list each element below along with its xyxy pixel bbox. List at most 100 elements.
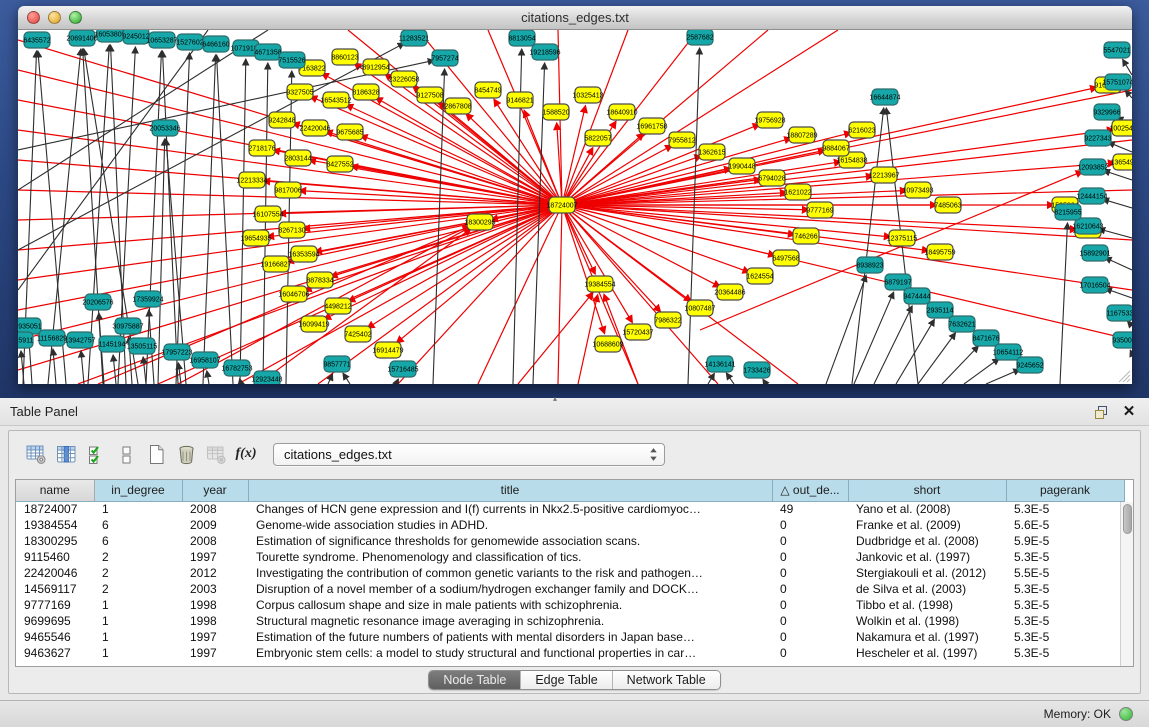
tab-node-table[interactable]: Node Table bbox=[429, 671, 521, 689]
network-edge[interactable] bbox=[826, 275, 866, 384]
network-edge[interactable] bbox=[852, 108, 884, 384]
table-cell[interactable]: Dudbridge et al. (2008) bbox=[848, 533, 1006, 549]
table-cell[interactable]: 5.6E-5 bbox=[1006, 517, 1124, 533]
network-edge[interactable] bbox=[518, 293, 593, 384]
table-cell[interactable]: 0 bbox=[772, 613, 848, 629]
table-row[interactable]: 946362711997Embryonic stem cells: a mode… bbox=[16, 645, 1124, 661]
network-edge[interactable] bbox=[433, 69, 445, 384]
delete-table-button[interactable] bbox=[201, 439, 231, 469]
select-all-button[interactable] bbox=[81, 439, 111, 469]
table-cell[interactable]: 5.3E-5 bbox=[1006, 629, 1124, 645]
table-cell[interactable]: 5.3E-5 bbox=[1006, 597, 1124, 613]
network-edge[interactable] bbox=[1108, 142, 1132, 152]
table-row[interactable]: 1872400712008Changes of HCN gene express… bbox=[16, 501, 1124, 517]
network-edge[interactable] bbox=[700, 171, 1083, 330]
network-edge[interactable] bbox=[986, 369, 1020, 384]
network-edge[interactable] bbox=[562, 205, 661, 312]
table-cell[interactable]: 5.9E-5 bbox=[1006, 533, 1124, 549]
column-header-short[interactable]: short bbox=[848, 480, 1006, 501]
table-cell[interactable]: 9777169 bbox=[16, 597, 94, 613]
function-builder-button[interactable]: f(x) bbox=[231, 439, 261, 469]
table-cell[interactable]: Corpus callosum shape and size in male p… bbox=[248, 597, 772, 613]
network-edge[interactable] bbox=[310, 96, 562, 205]
resize-grip[interactable] bbox=[1117, 369, 1131, 383]
network-edge[interactable] bbox=[360, 136, 562, 205]
panel-collapse-arrow[interactable]: ▴ bbox=[553, 394, 557, 403]
table-cell[interactable]: 6 bbox=[94, 517, 182, 533]
table-select-combobox[interactable]: citations_edges.txt bbox=[273, 443, 665, 466]
table-cell[interactable]: Estimation of significance thresholds fo… bbox=[248, 533, 772, 549]
close-panel-icon[interactable]: ✕ bbox=[1119, 403, 1139, 421]
network-edge[interactable] bbox=[874, 306, 912, 384]
network-edge[interactable] bbox=[1060, 223, 1067, 384]
table-row[interactable]: 946554611997Estimation of the future num… bbox=[16, 629, 1124, 645]
column-header-in_degree[interactable]: in_degree bbox=[94, 480, 182, 501]
network-edge[interactable] bbox=[562, 205, 1132, 240]
table-cell[interactable]: 9465546 bbox=[16, 629, 94, 645]
network-edge[interactable] bbox=[1123, 59, 1132, 75]
memory-status-indicator[interactable] bbox=[1119, 707, 1133, 721]
table-cell[interactable]: 14569117 bbox=[16, 581, 94, 597]
scrollbar-thumb[interactable] bbox=[1123, 504, 1132, 534]
tab-network-table[interactable]: Network Table bbox=[613, 671, 720, 689]
delete-button[interactable] bbox=[171, 439, 201, 469]
column-header-out_de[interactable]: △ out_de... bbox=[772, 480, 848, 501]
table-row[interactable]: 969969511998Structural magnetic resonanc… bbox=[16, 613, 1124, 629]
table-cell[interactable]: 2008 bbox=[182, 533, 248, 549]
table-cell[interactable]: 2003 bbox=[182, 581, 248, 597]
table-cell[interactable]: 0 bbox=[772, 549, 848, 565]
network-edge[interactable] bbox=[854, 292, 894, 384]
network-edge[interactable] bbox=[1105, 258, 1132, 270]
table-cell[interactable]: Jankovic et al. (1997) bbox=[848, 549, 1006, 565]
network-edge[interactable] bbox=[562, 205, 929, 251]
table-cell[interactable]: 2012 bbox=[182, 565, 248, 581]
table-cell[interactable]: Yano et al. (2008) bbox=[848, 501, 1006, 517]
network-edge[interactable] bbox=[1130, 350, 1132, 354]
network-edge[interactable] bbox=[81, 351, 84, 384]
network-edge[interactable] bbox=[763, 379, 766, 384]
table-cell[interactable]: 18300295 bbox=[16, 533, 94, 549]
table-row[interactable]: 1830029562008Estimation of significance … bbox=[16, 533, 1124, 549]
network-edge[interactable] bbox=[896, 319, 934, 384]
table-cell[interactable]: 2 bbox=[94, 565, 182, 581]
network-edge[interactable] bbox=[53, 349, 56, 384]
table-cell[interactable]: Changes of HCN gene expression and I(f) … bbox=[248, 501, 772, 517]
table-cell[interactable]: 22420046 bbox=[16, 565, 94, 581]
table-cell[interactable]: Embryonic stem cells: a model to study s… bbox=[248, 645, 772, 661]
network-window[interactable]: citations_edges.txt 18724007716382288601… bbox=[18, 6, 1132, 384]
table-row[interactable]: 911546021997Tourette syndrome. Phenomeno… bbox=[16, 549, 1124, 565]
network-edge[interactable] bbox=[466, 114, 562, 205]
table-cell[interactable]: 2 bbox=[94, 581, 182, 597]
network-window-titlebar[interactable]: citations_edges.txt bbox=[18, 6, 1132, 30]
network-edge[interactable] bbox=[176, 53, 190, 384]
table-cell[interactable]: 0 bbox=[772, 645, 848, 661]
network-edge[interactable] bbox=[1125, 90, 1132, 98]
unselect-all-button[interactable] bbox=[111, 439, 141, 469]
table-cell[interactable]: Franke et al. (2009) bbox=[848, 517, 1006, 533]
table-cell[interactable]: 1 bbox=[94, 613, 182, 629]
table-cell[interactable]: Disruption of a novel member of a sodium… bbox=[248, 581, 772, 597]
table-cell[interactable]: Structural magnetic resonance image aver… bbox=[248, 613, 772, 629]
network-edge[interactable] bbox=[1099, 229, 1132, 238]
network-edge[interactable] bbox=[318, 205, 562, 384]
table-cell[interactable]: 5.3E-5 bbox=[1006, 645, 1124, 661]
network-edge[interactable] bbox=[354, 63, 562, 205]
table-cell[interactable]: 9115460 bbox=[16, 549, 94, 565]
table-cell[interactable]: Hescheler et al. (1997) bbox=[848, 645, 1006, 661]
table-cell[interactable]: de Silva et al. (2003) bbox=[848, 581, 1006, 597]
network-edge[interactable] bbox=[1103, 170, 1132, 180]
float-window-icon[interactable] bbox=[1091, 403, 1111, 421]
table-cell[interactable]: 6 bbox=[94, 533, 182, 549]
table-cell[interactable]: 1997 bbox=[182, 629, 248, 645]
table-vertical-scrollbar[interactable] bbox=[1120, 502, 1133, 666]
network-edge[interactable] bbox=[562, 205, 775, 255]
network-edge[interactable] bbox=[143, 357, 146, 384]
network-edge[interactable] bbox=[688, 48, 700, 384]
table-cell[interactable]: 18724007 bbox=[16, 501, 94, 517]
table-cell[interactable]: Investigating the contribution of common… bbox=[248, 565, 772, 581]
table-cell[interactable]: 5.3E-5 bbox=[1006, 501, 1124, 517]
table-cell[interactable]: Estimation of the future numbers of pati… bbox=[248, 629, 772, 645]
table-cell[interactable]: 5.3E-5 bbox=[1006, 549, 1124, 565]
network-edge[interactable] bbox=[1105, 289, 1132, 298]
network-edge[interactable] bbox=[207, 371, 209, 384]
